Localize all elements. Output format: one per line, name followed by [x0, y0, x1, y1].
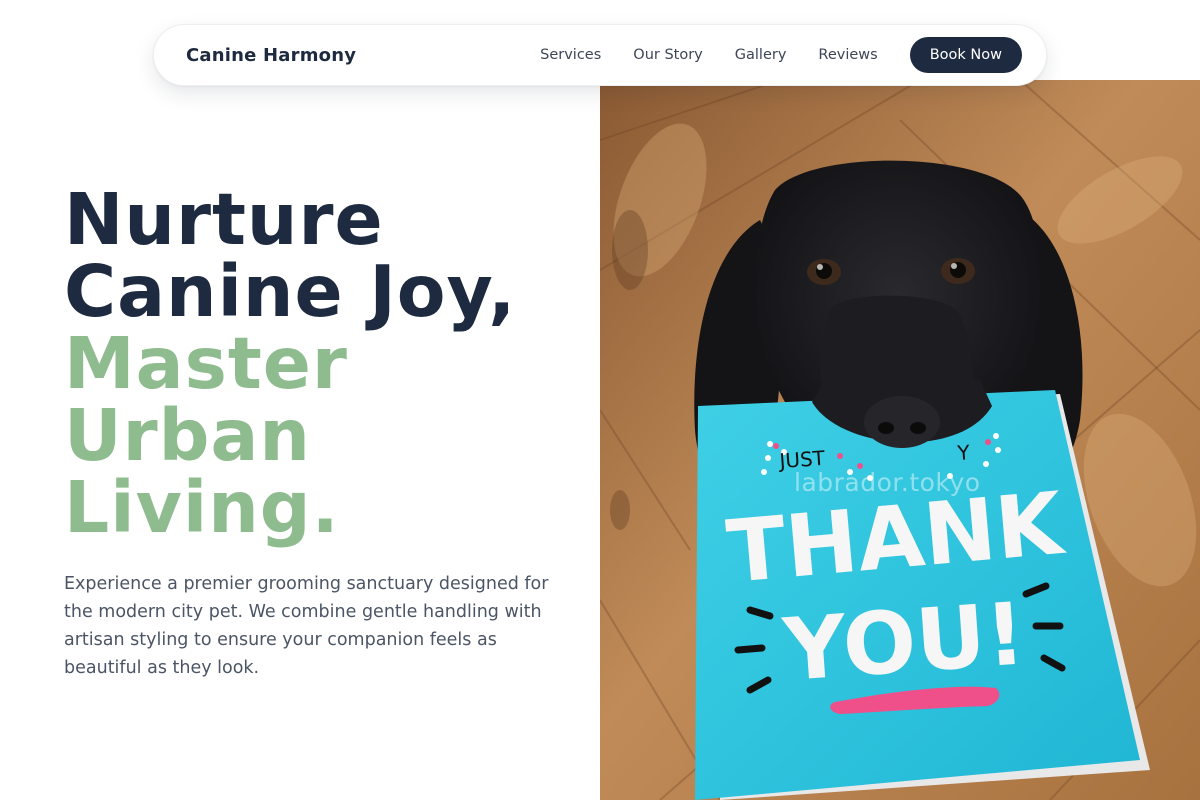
- dog-holding-thank-you-card-image: JUST Y THANK YOU!: [600, 80, 1200, 800]
- nav-link-services[interactable]: Services: [540, 47, 601, 63]
- card-you-text: YOU!: [779, 584, 1028, 701]
- watermark-text: labrador.tokyo: [794, 468, 981, 497]
- card-small-text-right: Y: [956, 440, 972, 465]
- headline-line-5: Living.: [64, 466, 340, 549]
- hero-description: Experience a premier grooming sanctuary …: [64, 574, 549, 678]
- hero-photo: JUST Y THANK YOU! labrador.tokyo: [600, 80, 1200, 800]
- headline-line-2: Canine Joy,: [64, 250, 517, 333]
- landing-page: JUST Y THANK YOU! labrador.tokyo Canine …: [0, 0, 1200, 800]
- brand-logo-text[interactable]: Canine Harmony: [186, 45, 356, 66]
- nav-link-gallery[interactable]: Gallery: [735, 47, 787, 63]
- top-navbar: Canine Harmony Services Our Story Galler…: [153, 24, 1047, 86]
- nav-link-reviews[interactable]: Reviews: [818, 47, 877, 63]
- nav-link-our-story[interactable]: Our Story: [633, 47, 702, 63]
- headline-line-4: Urban: [64, 394, 311, 477]
- headline-line-3: Master: [64, 322, 348, 405]
- headline-line-1: Nurture: [64, 178, 384, 261]
- book-now-button[interactable]: Book Now: [909, 37, 1022, 73]
- nav-links: Services Our Story Gallery Reviews Book …: [540, 37, 1022, 73]
- hero-headline: Nurture Canine Joy, Master Urban Living.: [64, 184, 516, 544]
